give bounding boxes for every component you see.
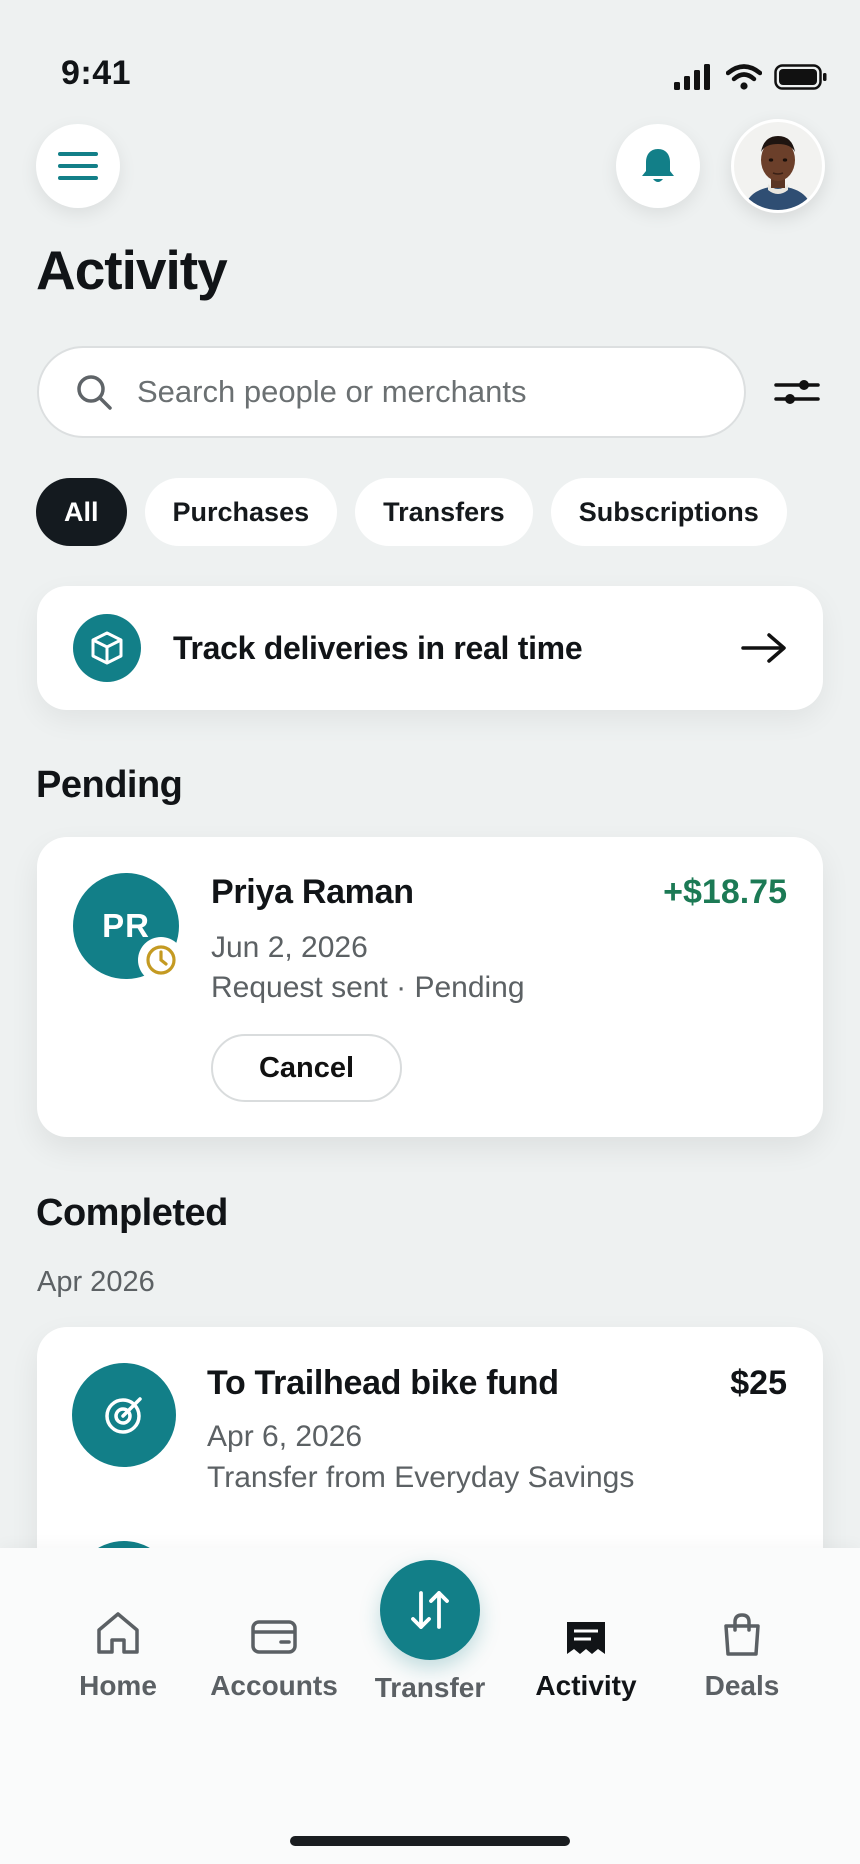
search-icon bbox=[77, 375, 112, 410]
transaction-detail: Transfer from Everyday Savings bbox=[207, 1461, 635, 1494]
package-box-icon bbox=[91, 631, 123, 665]
profile-avatar-button[interactable] bbox=[731, 119, 825, 213]
cellular-signal-icon bbox=[674, 64, 710, 90]
pending-section-title: Pending bbox=[36, 764, 183, 806]
notifications-button[interactable] bbox=[616, 124, 700, 208]
track-deliveries-card[interactable]: Track deliveries in real time bbox=[37, 586, 823, 710]
menu-button[interactable] bbox=[36, 124, 120, 208]
nav-deals[interactable]: Deals bbox=[662, 1548, 822, 1702]
status-time: 9:41 bbox=[61, 54, 132, 92]
transaction-name: To Trailhead bike fund bbox=[207, 1364, 559, 1402]
arrow-right-icon bbox=[741, 633, 786, 663]
target-goal-icon bbox=[105, 1397, 142, 1434]
nav-activity-label: Activity bbox=[535, 1670, 637, 1701]
month-header: Apr 2026 bbox=[37, 1266, 155, 1298]
bell-icon bbox=[642, 149, 674, 182]
nav-deals-label: Deals bbox=[704, 1670, 780, 1701]
transaction-date: Apr 6, 2026 bbox=[207, 1420, 363, 1453]
home-indicator[interactable] bbox=[290, 1836, 570, 1846]
chip-subscriptions[interactable]: Subscriptions bbox=[550, 478, 787, 546]
user-avatar-photo bbox=[734, 122, 822, 210]
completed-section-title: Completed bbox=[36, 1192, 228, 1234]
chip-all[interactable]: All bbox=[36, 478, 127, 546]
nav-home-label: Home bbox=[79, 1670, 157, 1701]
nav-transfer-label: Transfer bbox=[374, 1672, 486, 1703]
transfer-button[interactable] bbox=[380, 1560, 480, 1660]
filter-settings-button[interactable] bbox=[772, 370, 822, 414]
search-input[interactable] bbox=[137, 374, 697, 410]
transaction-amount: $25 bbox=[730, 1364, 787, 1402]
sliders-filter-icon bbox=[774, 380, 820, 404]
receipt-icon bbox=[565, 1600, 607, 1656]
nav-activity[interactable]: Activity bbox=[506, 1548, 666, 1702]
page-title: Activity bbox=[36, 239, 228, 301]
battery-icon bbox=[774, 64, 827, 90]
wallet-icon bbox=[251, 1600, 297, 1656]
cancel-request-button[interactable]: Cancel bbox=[211, 1034, 402, 1102]
transfer-arrows-icon bbox=[411, 1591, 449, 1629]
chip-purchases[interactable]: Purchases bbox=[144, 478, 338, 546]
transaction-date: Jun 2, 2026 bbox=[211, 931, 368, 964]
promo-text: Track deliveries in real time bbox=[173, 629, 583, 666]
chip-transfers[interactable]: Transfers bbox=[355, 478, 533, 546]
promo-icon-circle bbox=[73, 614, 141, 682]
status-bar: 9:41 bbox=[0, 0, 860, 110]
status-icons bbox=[674, 64, 828, 90]
transaction-name: Priya Raman bbox=[211, 873, 414, 911]
filter-chips: All Purchases Transfers Subscriptions bbox=[36, 478, 787, 546]
clock-icon bbox=[146, 945, 176, 975]
bottom-navigation: Home Accounts Transfer Activity Deals bbox=[0, 1548, 860, 1864]
hamburger-menu-icon bbox=[58, 152, 98, 180]
wifi-icon bbox=[726, 64, 762, 90]
nav-home[interactable]: Home bbox=[38, 1548, 198, 1702]
nav-accounts-label: Accounts bbox=[210, 1670, 338, 1701]
pending-transaction-card[interactable]: PR Priya Raman +$18.75 Jun 2, 2026 Reque… bbox=[37, 837, 823, 1137]
pending-badge bbox=[138, 937, 184, 983]
search-bar[interactable] bbox=[37, 346, 746, 438]
transaction-status: Request sent · Pending bbox=[211, 971, 525, 1004]
transaction-amount: +$18.75 bbox=[663, 873, 787, 911]
shopping-bag-icon bbox=[722, 1600, 762, 1656]
home-icon bbox=[95, 1600, 141, 1656]
savings-goal-avatar bbox=[72, 1363, 176, 1467]
